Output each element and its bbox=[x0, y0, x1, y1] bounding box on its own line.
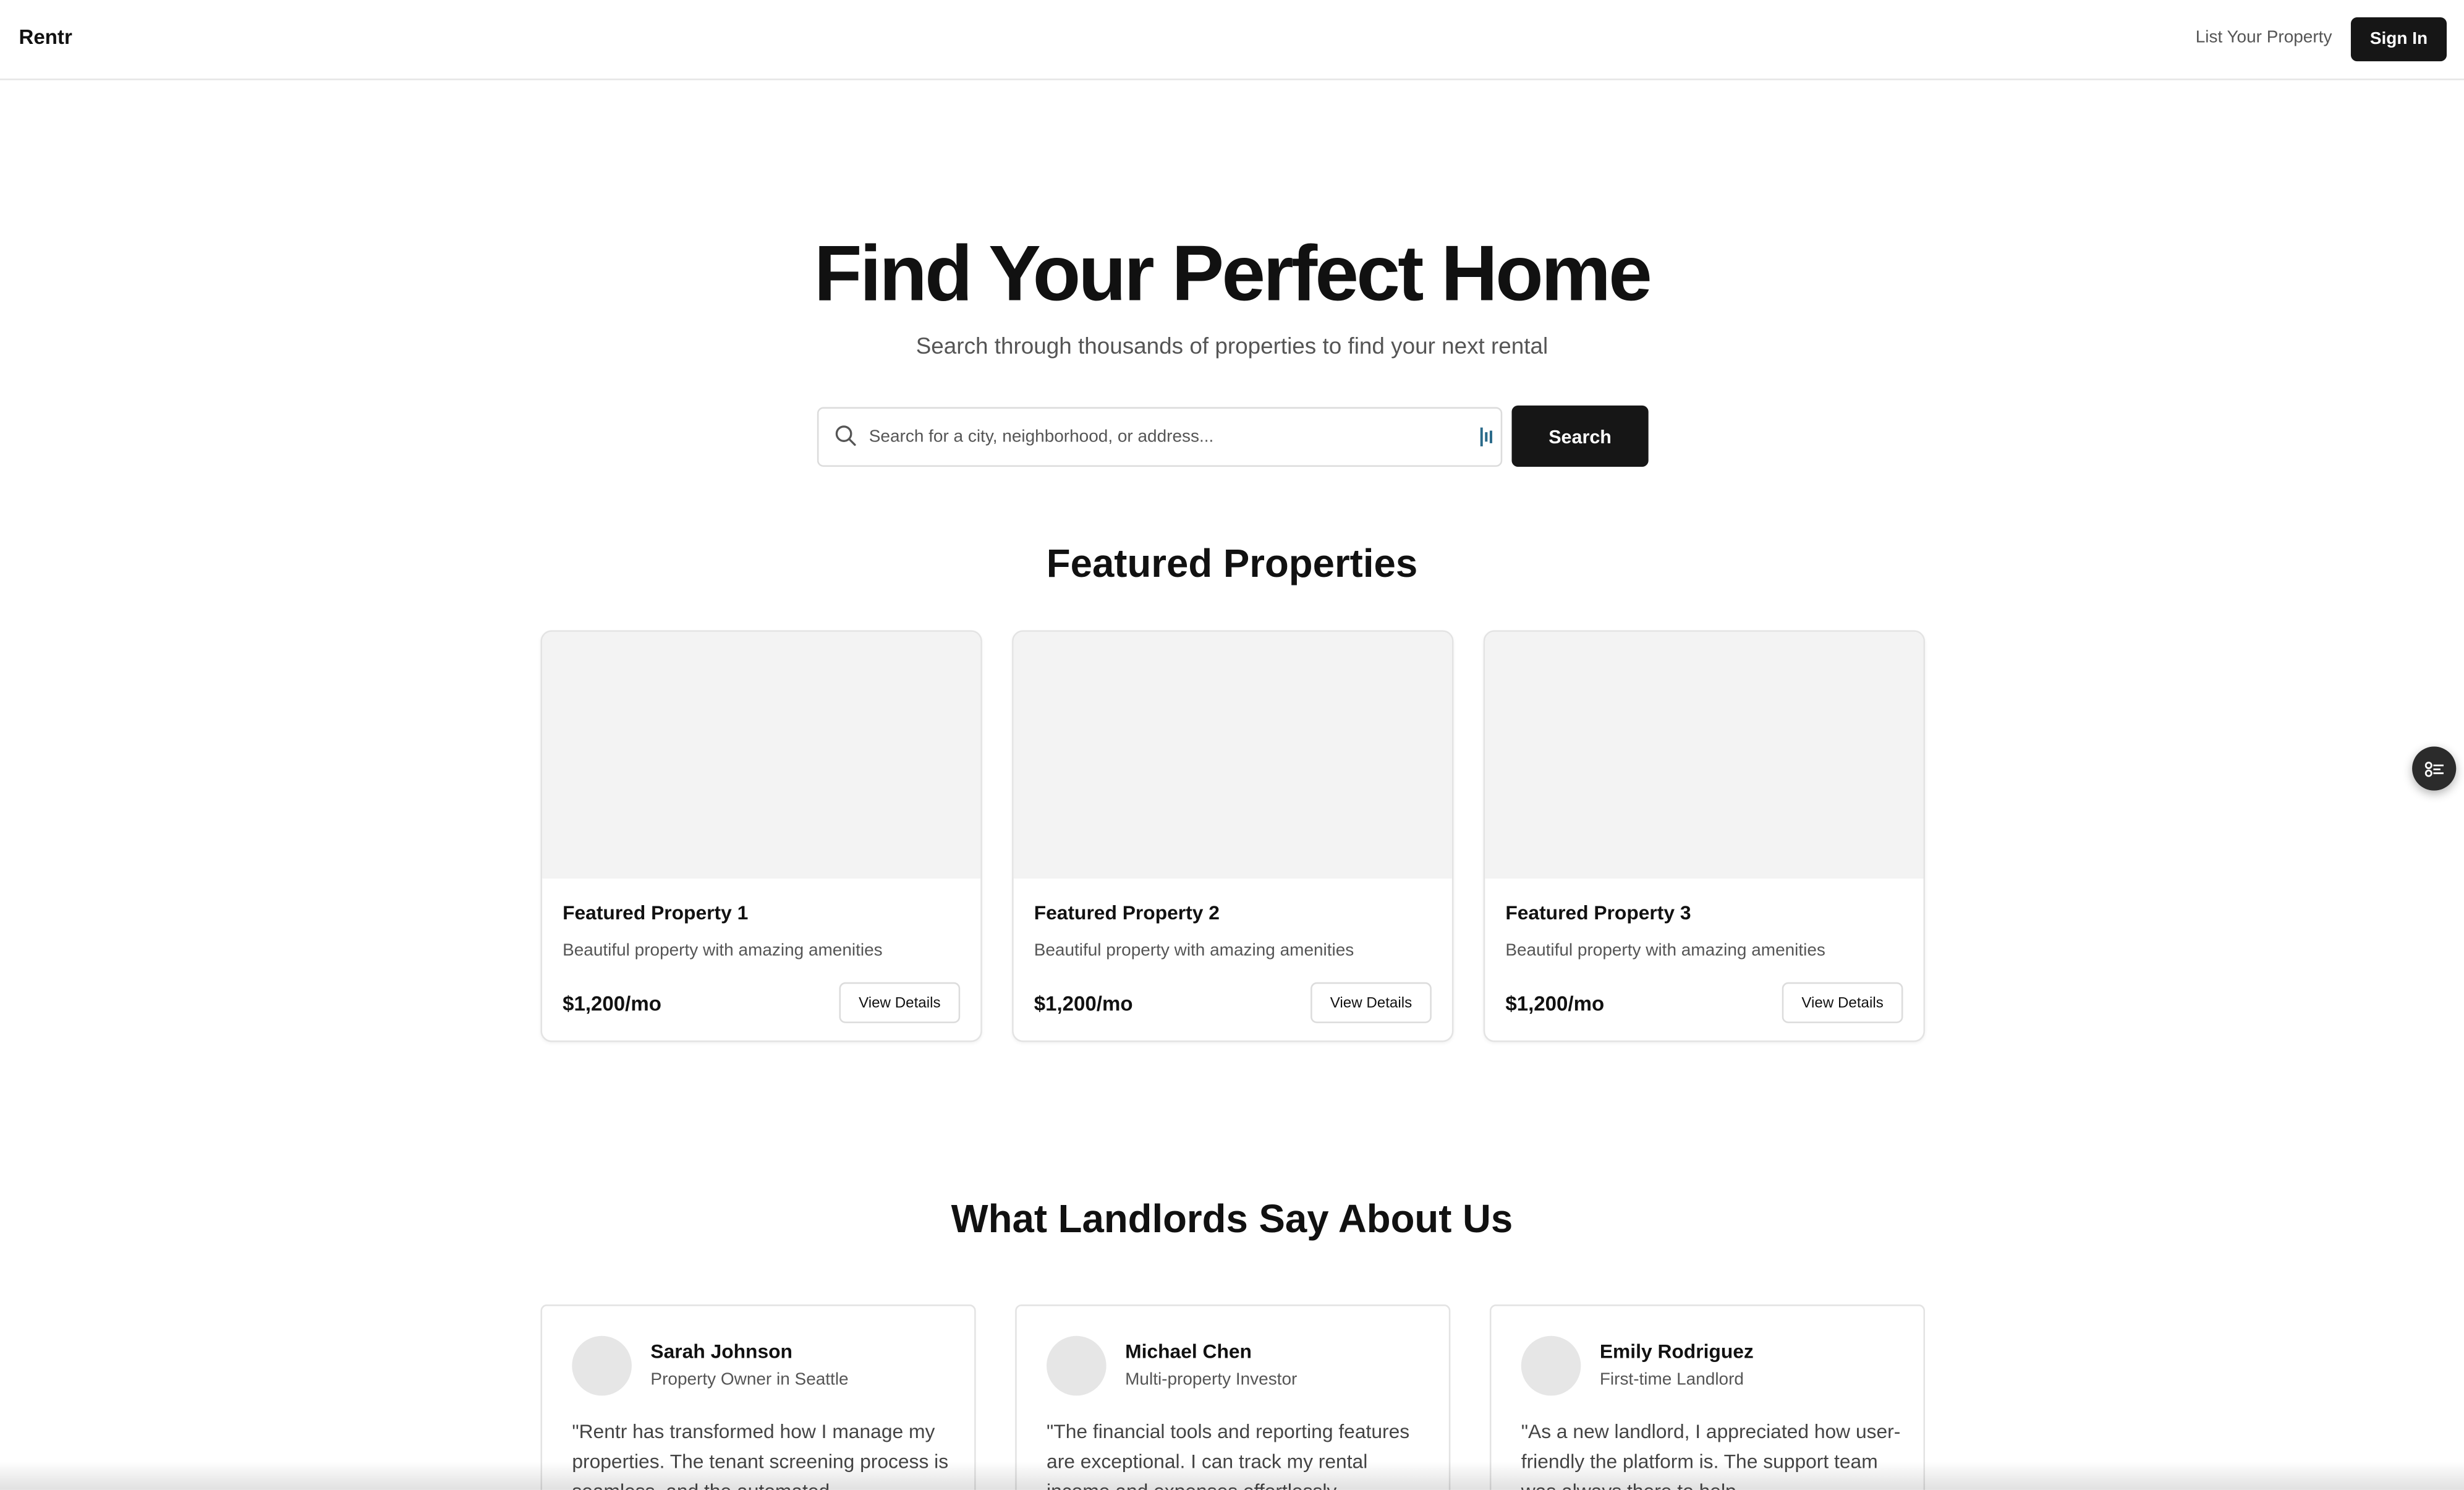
floating-settings-button[interactable] bbox=[2412, 746, 2457, 791]
view-details-button[interactable]: View Details bbox=[1782, 982, 1903, 1023]
page: Rentr List Your Property Sign In Find Yo… bbox=[0, 0, 2464, 1490]
top-nav-bar: Rentr List Your Property Sign In bbox=[0, 0, 2464, 80]
testimonial-role: Property Owner in Seattle bbox=[650, 1370, 849, 1390]
avatar bbox=[1521, 1335, 1581, 1396]
view-details-button[interactable]: View Details bbox=[839, 982, 961, 1023]
property-card[interactable]: Featured Property 1 Beautiful property w… bbox=[540, 630, 982, 1042]
featured-section-title: Featured Properties bbox=[1046, 542, 1418, 587]
property-price: $1,200/mo bbox=[1505, 992, 1605, 1016]
property-card[interactable]: Featured Property 3 Beautiful property w… bbox=[1483, 630, 1926, 1042]
testimonial-quote: "As a new landlord, I appreciated how us… bbox=[1521, 1421, 1901, 1490]
settings-sliders-icon bbox=[2424, 762, 2444, 777]
avatar bbox=[1047, 1335, 1107, 1396]
search-icon bbox=[835, 425, 856, 446]
view-details-button[interactable]: View Details bbox=[1311, 982, 1432, 1023]
property-title: Featured Property 1 bbox=[563, 902, 749, 924]
testimonials-section-title: What Landlords Say About Us bbox=[951, 1198, 1513, 1242]
property-title: Featured Property 3 bbox=[1505, 902, 1691, 924]
property-image bbox=[1013, 631, 1452, 879]
avatar bbox=[572, 1335, 632, 1396]
sign-in-button[interactable]: Sign In bbox=[2350, 17, 2447, 62]
property-title: Featured Property 2 bbox=[1034, 902, 1220, 924]
testimonial-name: Michael Chen bbox=[1125, 1340, 1252, 1363]
testimonial-name: Sarah Johnson bbox=[650, 1340, 792, 1363]
property-card[interactable]: Featured Property 2 Beautiful property w… bbox=[1012, 630, 1454, 1042]
testimonial-card: Michael Chen Multi-property Investor "Th… bbox=[1015, 1304, 1451, 1490]
bars-icon[interactable] bbox=[1480, 427, 1493, 446]
testimonial-card: Sarah Johnson Property Owner in Seattle … bbox=[540, 1304, 976, 1490]
testimonial-quote: "Rentr has transformed how I manage my p… bbox=[572, 1421, 949, 1490]
hero-title: Find Your Perfect Home bbox=[814, 229, 1652, 318]
search-input[interactable] bbox=[869, 408, 1466, 466]
search-field[interactable] bbox=[817, 407, 1503, 467]
hero-subtitle: Search through thousands of properties t… bbox=[916, 334, 1548, 360]
property-price: $1,200/mo bbox=[563, 992, 661, 1016]
list-property-link[interactable]: List Your Property bbox=[2196, 28, 2332, 48]
property-description: Beautiful property with amazing amenitie… bbox=[563, 941, 883, 961]
property-description: Beautiful property with amazing amenitie… bbox=[1505, 941, 1825, 961]
testimonial-role: Multi-property Investor bbox=[1125, 1370, 1298, 1390]
testimonial-quote: "The financial tools and reporting featu… bbox=[1047, 1421, 1410, 1490]
property-image bbox=[542, 631, 981, 879]
testimonial-role: First-time Landlord bbox=[1599, 1370, 1744, 1390]
testimonial-card: Emily Rodriguez First-time Landlord "As … bbox=[1489, 1304, 1926, 1490]
testimonial-name: Emily Rodriguez bbox=[1599, 1340, 1754, 1363]
property-image bbox=[1485, 631, 1924, 879]
brand-logo[interactable]: Rentr bbox=[19, 25, 72, 49]
search-button[interactable]: Search bbox=[1511, 405, 1649, 467]
property-price: $1,200/mo bbox=[1034, 992, 1133, 1016]
property-description: Beautiful property with amazing amenitie… bbox=[1034, 941, 1354, 961]
